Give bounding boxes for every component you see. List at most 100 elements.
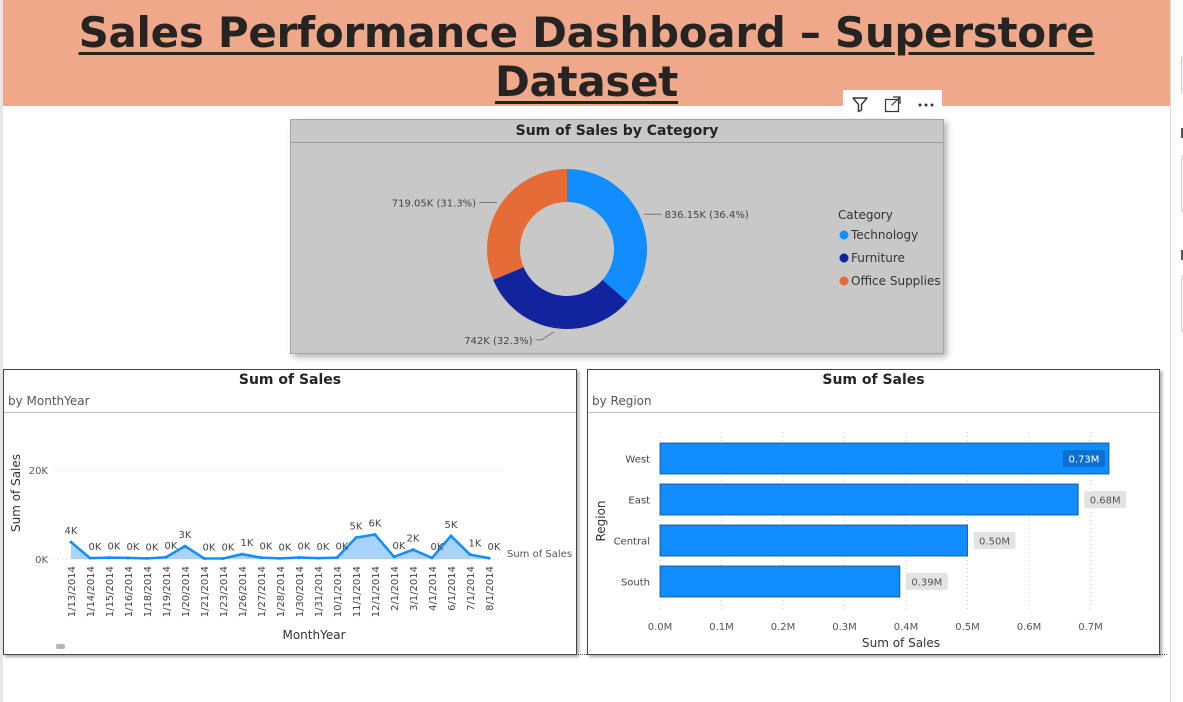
area-data-point[interactable] xyxy=(164,555,168,559)
area-data-label: 0K xyxy=(222,543,235,554)
area-data-point[interactable] xyxy=(411,548,415,552)
area-data-point[interactable] xyxy=(126,556,130,560)
bar-x-tick-label: 0.7M xyxy=(1078,622,1103,633)
visual-header-toolbar xyxy=(843,90,943,117)
bar-x-tick-label: 0.1M xyxy=(709,622,734,633)
area-x-tick-label: 12/1/2014 xyxy=(371,566,382,617)
area-x-tick-label: 1/16/2014 xyxy=(124,566,135,617)
bar-category-label: East xyxy=(628,496,650,507)
area-x-tick-label: 4/1/2014 xyxy=(428,566,439,611)
area-data-label: 0K xyxy=(165,541,178,552)
bar-chart: Region 0.0M 0.1M 0.2M 0.3M 0.4M 0.5M 0.6M 0.7M … xyxy=(594,432,1127,650)
area-data-point[interactable] xyxy=(297,555,301,559)
area-x-tick-label: 1/28/2014 xyxy=(276,566,287,617)
area-data-point[interactable] xyxy=(449,534,453,538)
bar-category-label: South xyxy=(621,578,650,589)
area-data-point[interactable] xyxy=(221,557,225,561)
area-data-point[interactable] xyxy=(354,536,358,540)
area-x-tick-label: 8/1/2014 xyxy=(485,566,496,611)
area-data-point[interactable] xyxy=(316,556,320,560)
sales-by-region-card[interactable]: Sum of Sales by Region Region 0.0M 0.1M 0.… xyxy=(587,369,1160,655)
donut-data-label: 836.15K (36.4%) xyxy=(664,210,748,221)
area-x-tick-label: 2/1/2014 xyxy=(390,566,401,611)
bar-data-label: 0.68M xyxy=(1090,496,1121,507)
legend-item-label[interactable]: Furniture xyxy=(851,251,905,265)
dashboard-title: Sales Performance Dashboard – Superstore… xyxy=(78,8,1095,106)
bar-x-axis-title: Sum of Sales xyxy=(862,636,940,650)
area-data-point[interactable] xyxy=(202,556,206,560)
area-x-tick-label: 1/27/2014 xyxy=(257,566,268,617)
donut-slice-office-supplies[interactable] xyxy=(487,169,567,280)
area-data-label: 6K xyxy=(369,519,382,530)
bar-central[interactable] xyxy=(659,524,968,557)
area-x-tick-label: 3/1/2014 xyxy=(409,566,420,611)
sales-by-month-card[interactable]: Sum of Sales by MonthYear Sum of Sales 2… xyxy=(3,369,577,655)
filter-icon xyxy=(851,96,868,112)
area-data-point[interactable] xyxy=(487,556,491,560)
legend-marker xyxy=(839,230,849,240)
area-series-label: Sum of Sales xyxy=(507,549,572,560)
bar-category-label: Central xyxy=(614,537,650,548)
bar-x-tick-label: 0.0M xyxy=(648,622,673,633)
area-data-point[interactable] xyxy=(145,556,149,560)
area-x-tick-label: 1/31/2014 xyxy=(314,566,325,617)
focus-mode-button[interactable] xyxy=(876,90,909,117)
area-chart: Sum of Sales 20K 0K 4K0K 0K 0K 0K 0K3K0K 0K 1K… xyxy=(9,454,572,649)
area-data-point[interactable] xyxy=(392,555,396,559)
bar-x-tick-label: 0.2M xyxy=(771,622,796,633)
legend-title: Category xyxy=(838,208,893,222)
bar-data-label: 0.73M xyxy=(1068,455,1099,466)
canvas-bottom-border xyxy=(3,654,1167,655)
area-data-label: 0K xyxy=(298,541,311,552)
donut-data-label: 719.05K (31.3%) xyxy=(392,198,476,209)
legend-item-label[interactable]: Technology xyxy=(850,228,918,242)
category-donut-card[interactable]: Sum of Sales by Category Category Techno… xyxy=(290,119,944,354)
area-x-tick-label: 1/20/2014 xyxy=(181,566,192,617)
area-data-point[interactable] xyxy=(468,553,472,557)
area-data-label: 1K xyxy=(241,538,254,549)
filter-button[interactable] xyxy=(843,90,876,117)
area-data-point[interactable] xyxy=(335,556,339,560)
area-data-label: 3K xyxy=(179,530,192,541)
area-data-point[interactable] xyxy=(88,556,92,560)
area-data-label: 0K xyxy=(393,541,406,552)
donut-data-label: 742K (32.3%) xyxy=(464,336,532,347)
area-x-tick-label: 1/23/2014 xyxy=(219,566,230,617)
area-data-point[interactable] xyxy=(240,552,244,556)
bar-x-tick-label: 0.6M xyxy=(1017,622,1042,633)
dashboard-header: Sales Performance Dashboard – Superstore… xyxy=(3,0,1170,106)
area-x-tick-label: 1/21/2014 xyxy=(200,566,211,617)
bar-data-label: 0.50M xyxy=(979,537,1010,548)
area-x-tick-label: 1/18/2014 xyxy=(143,566,154,617)
area-data-point[interactable] xyxy=(107,556,111,560)
donut-chart: Category Technology Furniture Office Suppl… xyxy=(392,169,941,347)
area-y-tick-label: 0K xyxy=(35,555,48,566)
donut-leader-line xyxy=(535,331,554,341)
area-data-label: 0K xyxy=(108,542,121,553)
legend-marker xyxy=(839,276,849,286)
area-x-tick-label: 1/19/2014 xyxy=(162,566,173,617)
area-data-label: 5K xyxy=(445,520,458,531)
horizontal-scrollbar[interactable] xyxy=(56,644,65,649)
area-data-point[interactable] xyxy=(69,540,73,544)
right-side-pane[interactable] xyxy=(1170,0,1183,702)
area-y-axis-title: Sum of Sales xyxy=(9,454,23,532)
area-data-label: 0K xyxy=(203,542,216,553)
area-data-point[interactable] xyxy=(183,544,187,548)
area-data-label: 0K xyxy=(336,542,349,553)
area-data-point[interactable] xyxy=(259,556,263,560)
bar-south[interactable] xyxy=(659,565,901,598)
more-options-button[interactable] xyxy=(909,90,942,117)
bar-east[interactable] xyxy=(659,483,1079,516)
area-x-tick-label: 6/1/2014 xyxy=(447,566,458,611)
area-data-point[interactable] xyxy=(278,556,282,560)
area-data-point[interactable] xyxy=(430,556,434,560)
bar-west[interactable] xyxy=(659,442,1110,475)
legend-marker xyxy=(839,253,849,263)
donut-slice-technology[interactable] xyxy=(567,169,647,302)
area-data-label: 2K xyxy=(407,534,420,545)
area-data-point[interactable] xyxy=(373,533,377,537)
more-options-icon xyxy=(918,103,933,106)
area-x-tick-label: 1/15/2014 xyxy=(105,566,116,617)
legend-item-label[interactable]: Office Supplies xyxy=(851,274,941,288)
